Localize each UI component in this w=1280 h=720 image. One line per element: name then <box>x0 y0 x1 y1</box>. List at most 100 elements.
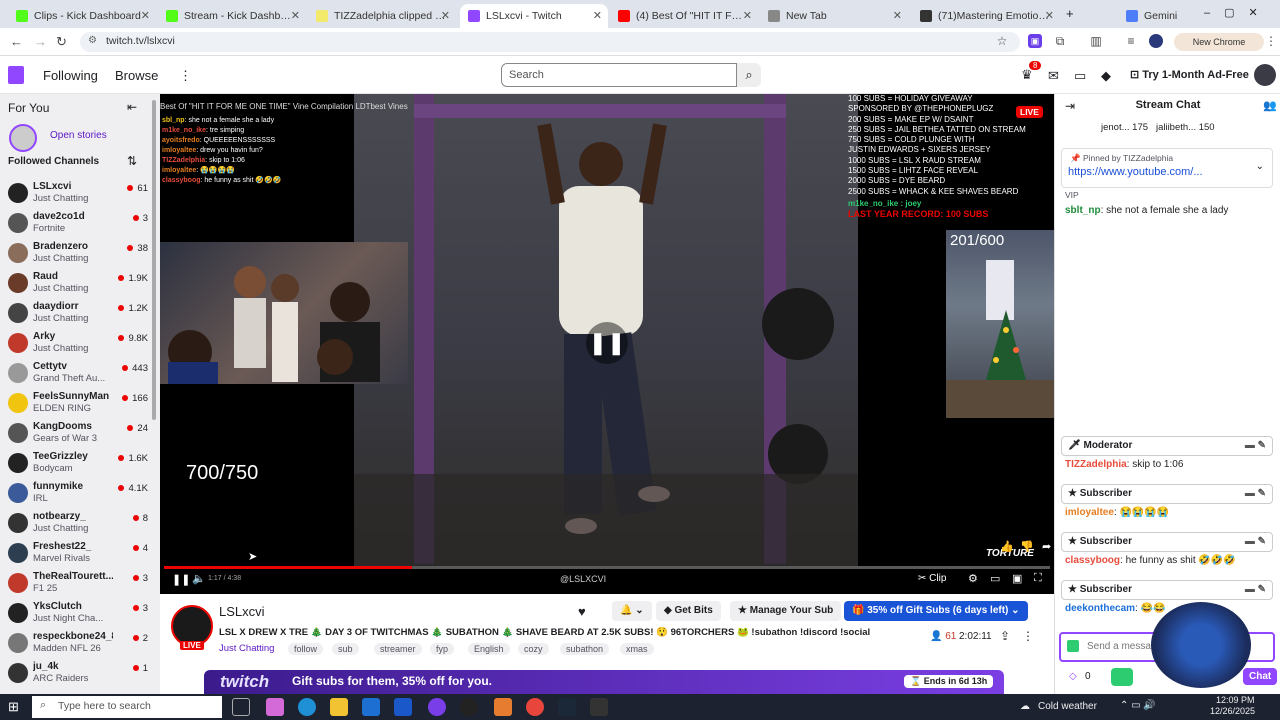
sidebar-channel-item[interactable]: notbearzy_ Just Chatting 8 <box>0 510 150 540</box>
weather-icon[interactable]: ☁ <box>1020 701 1030 712</box>
tag-pill[interactable]: English <box>468 643 510 655</box>
window-controls-icon[interactable]: –▢✕ <box>1204 6 1272 19</box>
task-view-icon[interactable] <box>232 698 250 716</box>
sidebar-channel-item[interactable]: Raud Just Chatting 1.9K <box>0 270 150 300</box>
edit-icon[interactable]: ▬ ✎ <box>1245 584 1266 595</box>
whispers-icon[interactable]: ▭ <box>1074 68 1086 84</box>
tag-pill[interactable]: follow <box>288 643 324 655</box>
sidebar-channel-item[interactable]: Bradenzero Just Chatting 38 <box>0 240 150 270</box>
windows-start-icon[interactable]: ⊞ <box>8 699 19 715</box>
settings-icon[interactable]: ⚙ <box>968 572 978 585</box>
theatre-mode-icon[interactable]: ▣ <box>1012 572 1022 585</box>
capcut-icon[interactable] <box>590 698 608 716</box>
sidebar-channel-item[interactable]: Arky Just Chatting 9.8K <box>0 330 150 360</box>
clip-button[interactable]: ✂ Clip <box>918 573 946 584</box>
browser-tab[interactable]: (71)Mastering Emotional Acti✕ <box>912 4 1060 28</box>
chevron-down-icon[interactable]: ⌄ <box>1256 161 1264 172</box>
forward-icon[interactable]: → <box>34 34 47 49</box>
tag-pill[interactable]: streamer <box>374 643 422 655</box>
browser-tab[interactable]: LSLxcvi - Twitch ✕ <box>460 4 608 28</box>
progress-bar[interactable] <box>164 566 1050 569</box>
edit-icon[interactable]: ▬ ✎ <box>1245 440 1266 451</box>
close-tab-icon[interactable]: ✕ <box>1045 9 1054 22</box>
sidebar-channel-item[interactable]: FeelsSunnyMan ELDEN RING 166 <box>0 390 150 420</box>
tag-pill[interactable]: xmas <box>620 643 654 655</box>
copilot-icon[interactable] <box>266 698 284 716</box>
sidebar-channel-item[interactable]: KangDooms Gears of War 3 24 <box>0 420 150 450</box>
share-icon[interactable]: ⇪ <box>1000 629 1010 643</box>
chat-send-button[interactable]: Chat <box>1243 668 1278 685</box>
sidebar-channel-item[interactable]: dave2co1d Fortnite 3 <box>0 210 150 240</box>
fullscreen-icon[interactable]: ⛶ <box>1034 572 1042 585</box>
taskbar-search[interactable]: ⌕ Type here to search <box>32 696 222 718</box>
tag-pill[interactable]: sub <box>332 643 359 655</box>
pause-overlay-icon[interactable]: ❚❚ <box>586 322 628 364</box>
notification-bell-button[interactable]: 🔔 ⌄ <box>612 601 652 621</box>
sidebar-channel-item[interactable]: TeeGrizzley Bodycam 1.6K <box>0 450 150 480</box>
url-field[interactable]: ⚙ twitch.tv/lslxcvi <box>80 32 1020 52</box>
stories-avatar[interactable] <box>9 124 37 152</box>
browse-link[interactable]: Browse <box>115 68 158 83</box>
more-menu-icon[interactable]: ⋮ <box>179 68 192 84</box>
discord-icon[interactable] <box>428 698 446 716</box>
browser-tab[interactable]: Gemini <box>1118 4 1198 28</box>
reload-icon[interactable]: ↻ <box>56 34 67 50</box>
collapse-sidebar-icon[interactable]: ⇤ <box>127 100 137 114</box>
gift-subs-button[interactable]: 🎁 35% off Gift Subs (6 days left) ⌄ <box>844 601 1028 621</box>
star-icon[interactable]: ☆ <box>995 34 1009 48</box>
chat-users-icon[interactable]: 👥 <box>1263 99 1277 112</box>
thumbs-down-icon[interactable]: 👎 <box>1020 540 1034 553</box>
extension-icon[interactable]: ▣ <box>1028 34 1042 48</box>
top-gifter-1-name[interactable]: jenot... <box>1101 122 1130 133</box>
search-icon[interactable]: ⌕ <box>737 63 761 87</box>
sidebar-channel-item[interactable]: TheRealTourett... F1 25 3 <box>0 570 150 600</box>
twitch-logo-icon[interactable] <box>8 66 24 84</box>
tag-pill[interactable]: subathon <box>560 643 610 655</box>
new-tab-icon[interactable]: + <box>1066 6 1074 21</box>
close-tab-icon[interactable]: ✕ <box>893 9 902 22</box>
sidepanel-icon[interactable]: ▥ <box>1089 34 1103 48</box>
sidebar-channel-item[interactable]: Freshest22_ Marvel Rivals 4 <box>0 540 150 570</box>
steam-icon[interactable] <box>558 698 576 716</box>
inbox-icon[interactable]: ✉ <box>1048 68 1059 84</box>
sidebar-channel-item[interactable]: funnymike IRL 4.1K <box>0 480 150 510</box>
gift-sub-promo-banner[interactable]: twitch Gift subs for them, 35% off for y… <box>204 670 1004 694</box>
search-input[interactable]: Search <box>501 63 737 87</box>
chat-username[interactable]: sblt_np <box>1065 205 1101 216</box>
chat-username[interactable]: deekonthecam <box>1065 603 1135 614</box>
pinned-link[interactable]: https://www.youtube.com/... <box>1068 166 1203 178</box>
browser-tab[interactable]: New Tab ✕ <box>760 4 908 28</box>
site-info-icon[interactable]: ⚙ <box>88 35 97 46</box>
edge-icon[interactable] <box>298 698 316 716</box>
browser-tab[interactable]: TIZZadelphia clipped by lam✕ <box>308 4 456 28</box>
system-tray-icons[interactable]: ⌃ ▭ 🔊 <box>1120 700 1156 711</box>
close-tab-icon[interactable]: ✕ <box>291 9 300 22</box>
pinned-message-card[interactable]: 📌 Pinned by TIZZadelphia https://www.you… <box>1061 148 1273 188</box>
badge-icon[interactable] <box>1067 640 1079 652</box>
profile-avatar[interactable] <box>1149 34 1163 48</box>
hype-icon[interactable] <box>1111 668 1133 686</box>
top-gifter-2-name[interactable]: jaliibeth... <box>1156 122 1196 133</box>
file-explorer-icon[interactable] <box>330 698 348 716</box>
video-player[interactable]: Best Of "HIT IT FOR ME ONE TIME" Vine Co… <box>160 94 1054 594</box>
bits-icon[interactable]: ◆ <box>1101 68 1111 84</box>
sidebar-channel-item[interactable]: YksClutch Just Night Cha... 3 <box>0 600 150 630</box>
user-avatar[interactable] <box>1254 64 1276 86</box>
share-arrow-icon[interactable]: ➦ <box>1042 540 1051 553</box>
following-link[interactable]: Following <box>43 68 98 83</box>
sort-icon[interactable]: ⇅ <box>127 154 137 168</box>
edit-icon[interactable]: ▬ ✎ <box>1245 488 1266 499</box>
browser-tab[interactable]: (4) Best Of "HIT IT FOR ME O✕ <box>610 4 758 28</box>
sidebar-scrollbar[interactable] <box>152 100 156 420</box>
chat-username[interactable]: classyboog <box>1065 555 1120 566</box>
ad-free-promo-button[interactable]: ⊡ Try 1-Month Ad-Free <box>1130 68 1249 81</box>
volume-icon[interactable]: 🔈 <box>192 572 206 585</box>
kebab-menu-icon[interactable]: ⋮ <box>1264 34 1278 48</box>
sidebar-channel-item[interactable]: daaydiorr Just Chatting 1.2K <box>0 300 150 330</box>
back-icon[interactable]: ← <box>10 34 23 49</box>
channel-points-icon[interactable]: ◇ <box>1069 671 1077 682</box>
store-icon[interactable] <box>362 698 380 716</box>
miniplayer-icon[interactable]: ▭ <box>990 572 1000 585</box>
edit-icon[interactable]: ▬ ✎ <box>1245 536 1266 547</box>
obs-icon[interactable] <box>460 698 478 716</box>
